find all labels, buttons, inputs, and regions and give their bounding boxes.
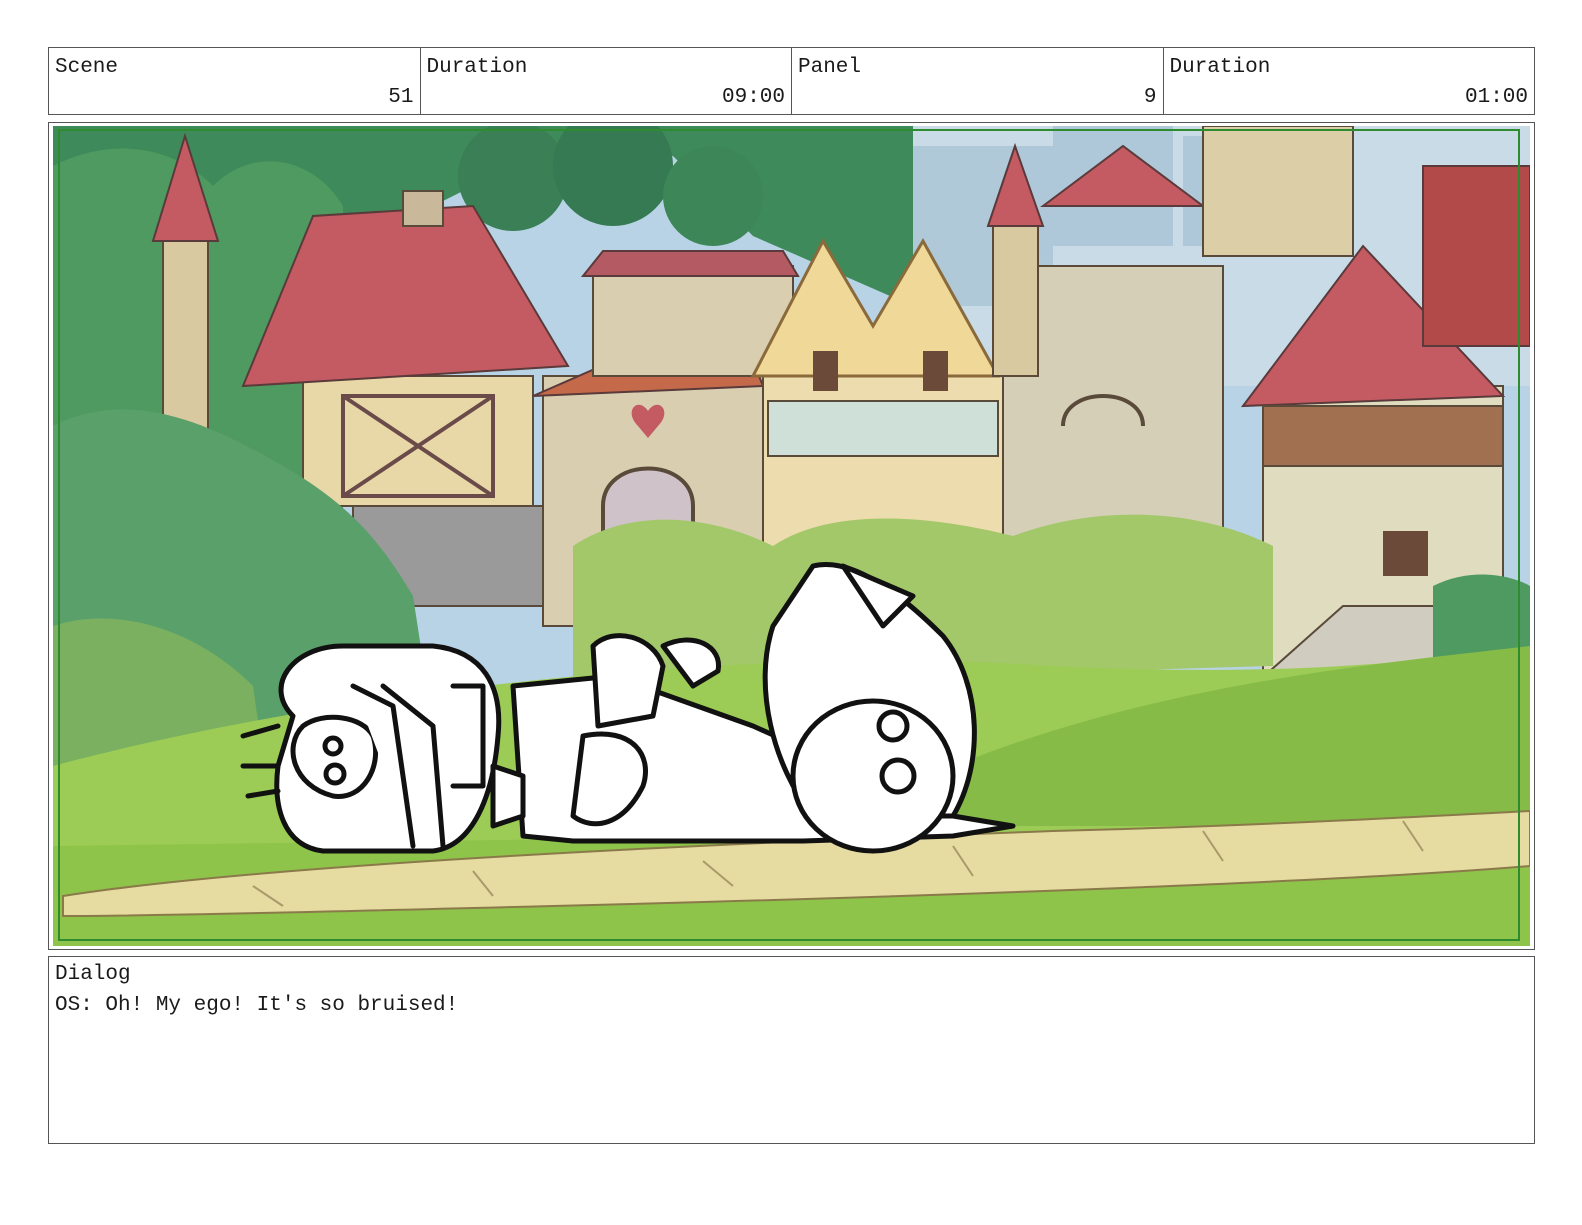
panel-label: Panel xyxy=(798,56,862,79)
scene-duration-label: Duration xyxy=(426,56,528,79)
scene-cell: Scene 51 xyxy=(49,48,421,114)
panel-info-header: Scene 51 Duration 09:00 Panel 9 Duration… xyxy=(48,47,1535,115)
dialog-box: Dialog OS: Oh! My ego! It's so bruised! xyxy=(48,956,1535,1144)
panel-duration-label: Duration xyxy=(1169,56,1271,79)
scene-label: Scene xyxy=(55,56,119,79)
storyboard-panel-image xyxy=(53,126,1530,946)
panel-duration-cell: Duration 01:00 xyxy=(1164,48,1535,114)
panel-number: 9 xyxy=(1143,86,1157,109)
storyboard-panel-frame xyxy=(48,122,1535,950)
panel-cell: Panel 9 xyxy=(792,48,1164,114)
scene-duration-value: 09:00 xyxy=(721,86,785,109)
dialog-label: Dialog xyxy=(55,963,131,986)
scene-duration-cell: Duration 09:00 xyxy=(421,48,792,114)
scene-number: 51 xyxy=(388,86,414,109)
dialog-text: OS: Oh! My ego! It's so bruised! xyxy=(55,994,459,1017)
panel-duration-value: 01:00 xyxy=(1464,86,1528,109)
